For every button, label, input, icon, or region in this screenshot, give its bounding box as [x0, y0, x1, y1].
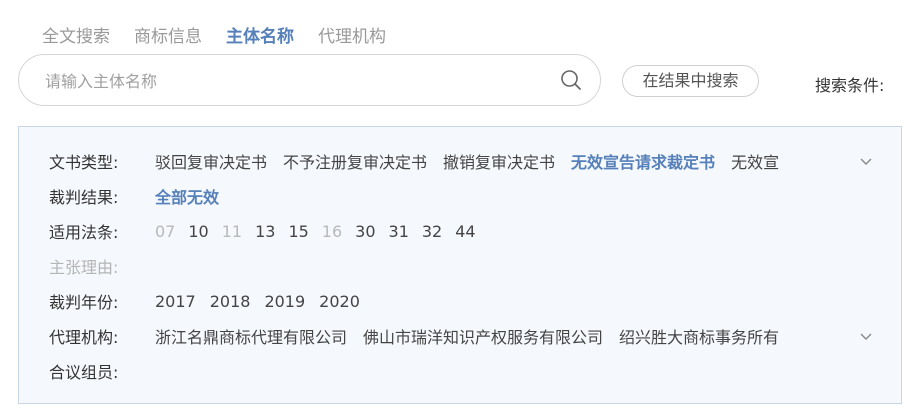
filter-label-agency: 代理机构:: [49, 328, 119, 347]
filter-option-year[interactable]: 2017: [155, 292, 196, 311]
filter-options-law: 07 10 11 13 15 16 30 31 32 44: [155, 222, 489, 241]
filter-option-law[interactable]: 30: [355, 222, 375, 241]
search-icon[interactable]: [560, 69, 582, 91]
search-input[interactable]: [43, 67, 547, 95]
search-box: [18, 54, 601, 106]
filter-row-reason: 主张理由:: [49, 254, 155, 278]
filter-option-law-disabled: 16: [321, 221, 343, 241]
filter-option-agency[interactable]: 绍兴胜大商标事务所有: [619, 324, 779, 348]
search-criteria-label: 搜索条件:: [815, 76, 885, 95]
search-in-results-button[interactable]: 在结果中搜索: [622, 65, 759, 97]
tab-trademark-info[interactable]: 商标信息: [134, 22, 202, 50]
filter-row-law: 适用法条: 07 10 11 13 15 16 30 31 32 44: [49, 219, 489, 243]
filter-option-agency[interactable]: 浙江名鼎商标代理有限公司: [155, 324, 347, 348]
filter-row-doc-type: 文书类型: 驳回复审决定书 不予注册复审决定书 撤销复审决定书 无效宣告请求裁定…: [49, 149, 833, 173]
filter-label-doc-type: 文书类型:: [49, 153, 119, 172]
filter-option-year[interactable]: 2020: [319, 292, 360, 311]
filter-option-law[interactable]: 13: [255, 222, 275, 241]
search-page: 全文搜索 商标信息 主体名称 代理机构 在结果中搜索 搜索条件: 文书类型: 驳…: [0, 0, 920, 420]
filter-option-agency[interactable]: 佛山市瑞洋知识产权服务有限公司: [363, 324, 603, 348]
tab-fulltext[interactable]: 全文搜索: [42, 22, 110, 50]
filter-label-result: 裁判结果:: [49, 188, 119, 207]
filter-options-agency: 浙江名鼎商标代理有限公司 佛山市瑞洋知识产权服务有限公司 绍兴胜大商标事务所有: [155, 324, 833, 348]
filter-option-law[interactable]: 32: [422, 222, 442, 241]
filter-options-year: 2017 2018 2019 2020: [155, 292, 374, 311]
search-tabs: 全文搜索 商标信息 主体名称 代理机构: [42, 22, 386, 50]
filter-option-law[interactable]: 44: [455, 222, 475, 241]
filter-option-law-disabled: 11: [221, 221, 243, 241]
filter-label-year: 裁判年份:: [49, 293, 119, 312]
filter-option-doc-type[interactable]: 不予注册复审决定书: [283, 149, 427, 173]
filter-row-result: 裁判结果: 全部无效: [49, 184, 235, 208]
chevron-down-icon[interactable]: [859, 154, 873, 168]
filter-panel: 文书类型: 驳回复审决定书 不予注册复审决定书 撤销复审决定书 无效宣告请求裁定…: [18, 126, 902, 404]
filter-label-law: 适用法条:: [49, 223, 119, 242]
filter-row-panel-members: 合议组员:: [49, 359, 155, 383]
filter-option-doc-type-selected[interactable]: 无效宣告请求裁定书: [571, 149, 715, 173]
filter-option-result-selected[interactable]: 全部无效: [155, 184, 219, 208]
filter-row-year: 裁判年份: 2017 2018 2019 2020: [49, 289, 374, 313]
filter-label-panel-members: 合议组员:: [49, 363, 119, 382]
filter-label-reason: 主张理由:: [49, 258, 119, 277]
filter-option-year[interactable]: 2019: [264, 292, 305, 311]
filter-options-doc-type: 驳回复审决定书 不予注册复审决定书 撤销复审决定书 无效宣告请求裁定书 无效宣: [155, 149, 833, 173]
filter-option-year[interactable]: 2018: [210, 292, 251, 311]
filter-option-doc-type[interactable]: 驳回复审决定书: [155, 149, 267, 173]
filter-row-agency: 代理机构: 浙江名鼎商标代理有限公司 佛山市瑞洋知识产权服务有限公司 绍兴胜大商…: [49, 324, 833, 348]
filter-option-law-disabled: 07: [155, 221, 176, 241]
tab-entity-name[interactable]: 主体名称: [226, 22, 294, 50]
filter-option-doc-type[interactable]: 撤销复审决定书: [443, 149, 555, 173]
tab-agency[interactable]: 代理机构: [318, 22, 386, 50]
filter-options-result: 全部无效: [155, 184, 235, 208]
chevron-down-icon[interactable]: [859, 329, 873, 343]
filter-option-doc-type[interactable]: 无效宣: [731, 149, 779, 173]
filter-option-law[interactable]: 10: [188, 222, 208, 241]
filter-option-law[interactable]: 31: [389, 222, 409, 241]
filter-option-law[interactable]: 15: [288, 222, 308, 241]
